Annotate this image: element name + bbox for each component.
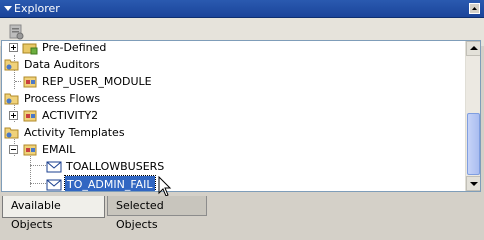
maximize-icon[interactable] (469, 3, 480, 14)
scrollbar-thumb[interactable] (467, 113, 480, 175)
tree-item-label: REP_USER_MODULE (42, 75, 152, 88)
module-icon (23, 144, 37, 156)
tree-item-email[interactable]: EMAIL (2, 141, 462, 158)
folder-lock-icon (22, 43, 38, 55)
tree-item-to-admin-fail[interactable]: TO_ADMIN_FAIL (2, 175, 462, 191)
module-icon (23, 76, 37, 88)
tab-available-objects[interactable]: Available Objects (2, 196, 105, 231)
expand-toggle[interactable] (9, 111, 18, 120)
envelope-icon (46, 179, 62, 191)
collapse-arrow-icon[interactable] (4, 6, 12, 11)
tab-selected-objects[interactable]: Selected Objects (107, 196, 207, 231)
tree-item-label: ACTIVITY2 (42, 109, 99, 122)
vertical-scrollbar[interactable] (465, 41, 480, 191)
collapse-toggle[interactable] (9, 145, 18, 154)
tree-item-pre-defined[interactable]: Pre-Defined (2, 41, 462, 56)
tree-item-data-auditors[interactable]: Data Auditors (2, 56, 462, 73)
tree-item-label: Pre-Defined (42, 41, 107, 54)
tree-item-rep-user-module[interactable]: REP_USER_MODULE (2, 73, 462, 90)
scroll-down-button[interactable] (466, 176, 480, 191)
tree-item-toallowbusers[interactable]: TOALLOWBUSERS (2, 158, 462, 175)
panel-title: Explorer (14, 2, 60, 15)
properties-icon[interactable] (6, 22, 26, 42)
panel-titlebar: Explorer (0, 0, 484, 18)
tree-item-label-selected: TO_ADMIN_FAIL (64, 175, 156, 191)
tree-item-activity-templates[interactable]: Activity Templates (2, 124, 462, 141)
tree-item-label: EMAIL (42, 143, 76, 156)
tree-item-label: Activity Templates (24, 126, 125, 139)
module-icon (23, 110, 37, 122)
folder-icon (4, 93, 19, 105)
explorer-tree[interactable]: Pre-Defined Data Auditors REP_USER_MODUL… (1, 40, 481, 192)
tree-item-label: Process Flows (24, 92, 101, 105)
expand-toggle[interactable] (9, 43, 18, 52)
tree-item-process-flows[interactable]: Process Flows (2, 90, 462, 107)
tree-item-label: TOALLOWBUSERS (66, 160, 165, 173)
folder-icon (4, 127, 19, 139)
mouse-pointer-icon (158, 176, 172, 197)
folder-icon (4, 59, 19, 71)
tree-item-activity2[interactable]: ACTIVITY2 (2, 107, 462, 124)
tree-item-label: Data Auditors (24, 58, 100, 71)
tab-bar: Available Objects Selected Objects (0, 196, 484, 231)
scroll-up-button[interactable] (466, 41, 480, 56)
envelope-icon (46, 161, 62, 173)
